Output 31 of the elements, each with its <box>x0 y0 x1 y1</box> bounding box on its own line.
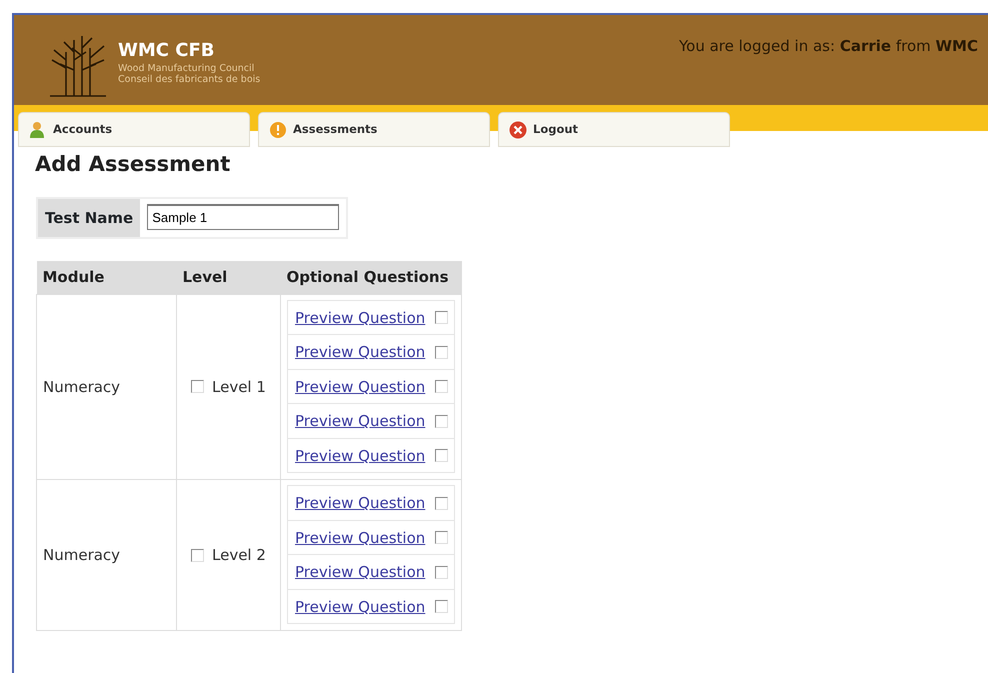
test-name-field[interactable]: Sample 1 <box>147 204 340 230</box>
checkbox[interactable] <box>435 449 448 462</box>
close-icon <box>509 120 527 138</box>
checkbox[interactable] <box>435 346 448 359</box>
warning-icon <box>269 120 287 138</box>
checkbox[interactable] <box>435 600 448 614</box>
column-header: Level <box>176 261 280 294</box>
page-title: Add Assessment <box>35 151 232 178</box>
checkbox[interactable] <box>435 496 448 510</box>
field-label: Test Name <box>38 198 140 237</box>
table-cell: Numeracy <box>36 480 176 630</box>
table-cell: Numeracy <box>36 294 176 480</box>
checkbox[interactable] <box>435 566 448 579</box>
level-label: Level 2 <box>212 544 266 566</box>
checkbox[interactable] <box>435 414 448 428</box>
logo-subtitle: Conseil des fabricants de bois <box>118 75 260 86</box>
person-icon <box>29 120 47 138</box>
tab[interactable]: Assessments <box>258 112 490 147</box>
checkbox[interactable] <box>191 548 204 562</box>
logo-subtitle: Wood Manufacturing Council <box>118 64 256 74</box>
tab[interactable]: Accounts <box>18 112 250 147</box>
tab[interactable]: Logout <box>498 112 730 147</box>
checkbox[interactable] <box>435 311 448 324</box>
checkbox[interactable] <box>435 531 448 544</box>
checkbox[interactable] <box>435 380 448 394</box>
column-header: Module <box>36 261 176 294</box>
login-status-text: You are logged in as: Carrie from WMC <box>678 36 978 57</box>
checkbox[interactable] <box>191 380 204 394</box>
level-label: Level 1 <box>212 376 266 398</box>
column-header: Optional Questions <box>280 261 462 294</box>
logo-title: WMC CFB <box>118 42 216 60</box>
